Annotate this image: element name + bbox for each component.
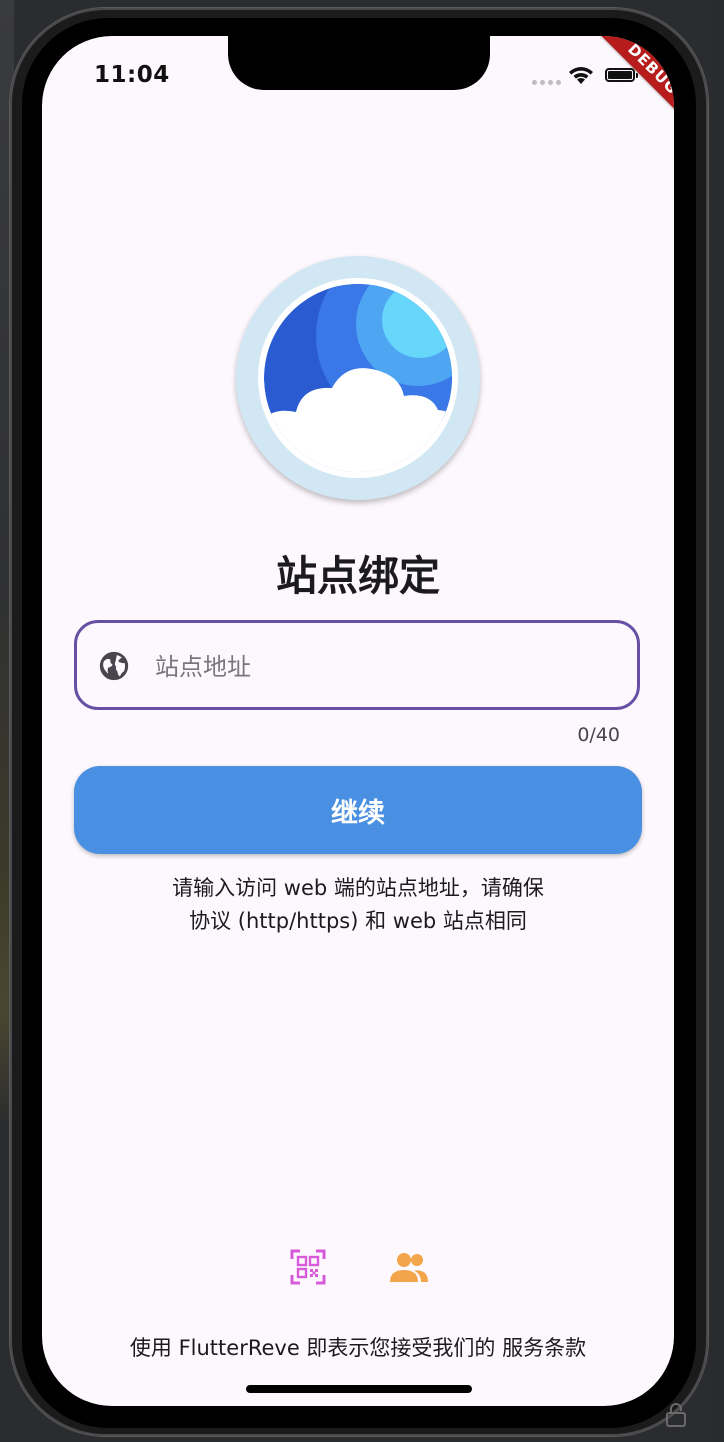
page-title: 站点绑定 [276,552,440,600]
character-counter: 0/40 [577,724,620,746]
battery-icon [605,68,638,82]
hint-text: 请输入访问 web 端的站点地址，请确保 协议 (http/https) 和 w… [102,872,614,938]
users-icon[interactable] [390,1250,428,1284]
hint-line-2: 协议 (http/https) 和 web 站点相同 [189,909,527,933]
terms-of-service-link[interactable]: 服务条款 [502,1336,586,1360]
wifi-icon [569,67,593,84]
continue-button[interactable]: 继续 [74,766,642,854]
app-logo [236,256,480,500]
device-notch [228,36,490,90]
site-address-input[interactable] [153,641,617,693]
cellular-signal-icon [532,80,561,85]
home-indicator[interactable] [246,1385,472,1393]
status-bar-time: 11:04 [94,62,170,88]
site-address-field[interactable] [74,620,640,710]
globe-icon [99,651,129,681]
hint-line-1: 请输入访问 web 端的站点地址，请确保 [172,876,544,900]
app-screen: 11:04 DEBUG 站点绑定 站点地址 0/40 继续 请输入访问 web … [42,36,674,1406]
lock-icon [666,1403,686,1427]
background-right-edge [710,0,724,1442]
globe-cloud-logo-icon [258,278,458,478]
terms-prefix: 使用 FlutterReve 即表示您接受我们的 [129,1336,503,1360]
qr-code-scanner-icon[interactable] [290,1249,326,1285]
terms-notice: 使用 FlutterReve 即表示您接受我们的 服务条款 [42,1332,674,1362]
